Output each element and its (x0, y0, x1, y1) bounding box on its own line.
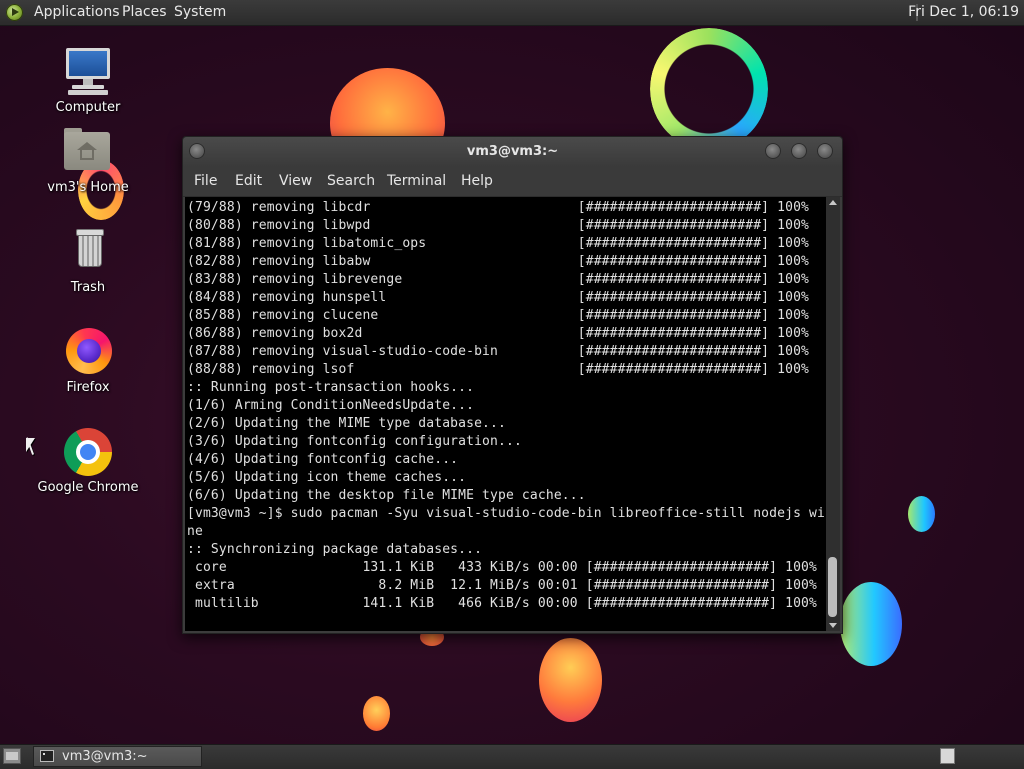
firefox-icon (62, 326, 114, 378)
desktop-icon-label: Firefox (66, 380, 110, 395)
show-desktop-icon[interactable] (3, 748, 21, 764)
terminal-output[interactable]: (79/88) removing libcdr [###############… (185, 197, 826, 631)
taskbar-button-terminal[interactable]: vm3@vm3:~ (33, 746, 202, 767)
desktop-icon-trash[interactable]: Trash (33, 226, 143, 295)
terminal-line: core 131.1 KiB 433 KiB/s 00:00 [########… (187, 560, 817, 575)
wallpaper-blob (539, 638, 602, 722)
desktop-icon-chrome[interactable]: Google Chrome (33, 426, 143, 495)
scroll-up-arrow-icon[interactable] (829, 200, 837, 205)
home-folder-icon (62, 126, 114, 178)
terminal-line: :: Running post-transaction hooks... (187, 380, 475, 395)
computer-icon (62, 46, 114, 98)
terminal-line: (83/88) removing librevenge [###########… (187, 272, 810, 287)
clock[interactable]: Fri Dec 1, 06:19 (908, 0, 1019, 25)
wallpaper-ring (650, 28, 768, 150)
window-titlebar[interactable]: vm3@vm3:~ (183, 137, 842, 167)
desktop-icon-home[interactable]: vm3's Home (33, 126, 143, 195)
system-menu[interactable]: System (174, 0, 226, 25)
terminal-icon (40, 750, 54, 762)
terminal-line: :: Synchronizing package databases... (187, 542, 483, 557)
menu-help[interactable]: Help (461, 167, 493, 196)
menu-view[interactable]: View (279, 167, 312, 196)
terminal-line: (86/88) removing box2d [################… (187, 326, 810, 341)
close-button[interactable] (817, 143, 833, 159)
terminal-line: (82/88) removing libabw [###############… (187, 254, 810, 269)
terminal-line: (81/88) removing libatomic_ops [########… (187, 236, 810, 251)
applications-menu[interactable]: Applications (34, 0, 120, 25)
window-title: vm3@vm3:~ (466, 144, 559, 159)
wallpaper-blob (363, 696, 390, 731)
menu-terminal[interactable]: Terminal (387, 167, 446, 196)
desktop-icon-label: Google Chrome (37, 480, 139, 495)
terminal-line: multilib 141.1 KiB 466 KiB/s 00:00 [####… (187, 596, 817, 611)
mate-logo-icon[interactable] (6, 4, 23, 21)
trash-icon (62, 226, 114, 278)
terminal-line: ne (187, 524, 203, 539)
terminal-line: (1/6) Arming ConditionNeedsUpdate... (187, 398, 475, 413)
wallpaper-blob (908, 496, 935, 532)
terminal-line: (88/88) removing lsof [#################… (187, 362, 810, 377)
bottom-panel: vm3@vm3:~ (0, 744, 1024, 769)
terminal-line: (5/6) Updating icon theme caches... (187, 470, 467, 485)
terminal-line: (6/6) Updating the desktop file MIME typ… (187, 488, 586, 503)
terminal-line: (80/88) removing libwpd [###############… (187, 218, 810, 233)
scroll-down-arrow-icon[interactable] (829, 623, 837, 628)
terminal-line: (87/88) removing visual-studio-code-bin … (187, 344, 810, 359)
minimize-button[interactable] (765, 143, 781, 159)
menu-file[interactable]: File (194, 167, 217, 196)
terminal-line: [vm3@vm3 ~]$ sudo pacman -Syu visual-stu… (187, 506, 825, 521)
desktop-icon-label: vm3's Home (47, 180, 129, 195)
workspace-switcher-icon[interactable] (940, 748, 955, 764)
maximize-button[interactable] (791, 143, 807, 159)
wallpaper-blob (840, 582, 902, 666)
terminal-line: (85/88) removing clucene [##############… (187, 308, 810, 323)
menu-edit[interactable]: Edit (235, 167, 262, 196)
terminal-line: (2/6) Updating the MIME type database... (187, 416, 506, 431)
desktop-icon-firefox[interactable]: Firefox (33, 326, 143, 395)
mouse-pointer-icon (26, 438, 35, 452)
chrome-icon (62, 426, 114, 478)
terminal-line: (3/6) Updating fontconfig configuration.… (187, 434, 522, 449)
terminal-line: (4/6) Updating fontconfig cache... (187, 452, 459, 467)
scrollbar-thumb[interactable] (828, 557, 837, 617)
terminal-line: (79/88) removing libcdr [###############… (187, 200, 810, 215)
terminal-window[interactable]: vm3@vm3:~ File Edit View Search Terminal… (182, 136, 843, 634)
terminal-line: (84/88) removing hunspell [#############… (187, 290, 810, 305)
top-panel: Applications Places System Fri Dec 1, 06… (0, 0, 1024, 26)
terminal-scrollbar[interactable] (826, 197, 840, 631)
menu-search[interactable]: Search (327, 167, 375, 196)
taskbar-button-label: vm3@vm3:~ (62, 749, 148, 764)
desktop-icon-label: Trash (70, 280, 106, 295)
terminal-menubar: File Edit View Search Terminal Help (183, 167, 842, 197)
desktop-icon-label: Computer (55, 100, 121, 115)
places-menu[interactable]: Places (122, 0, 167, 25)
terminal-line: extra 8.2 MiB 12.1 MiB/s 00:01 [########… (187, 578, 817, 593)
desktop-icon-computer[interactable]: Computer (33, 46, 143, 115)
